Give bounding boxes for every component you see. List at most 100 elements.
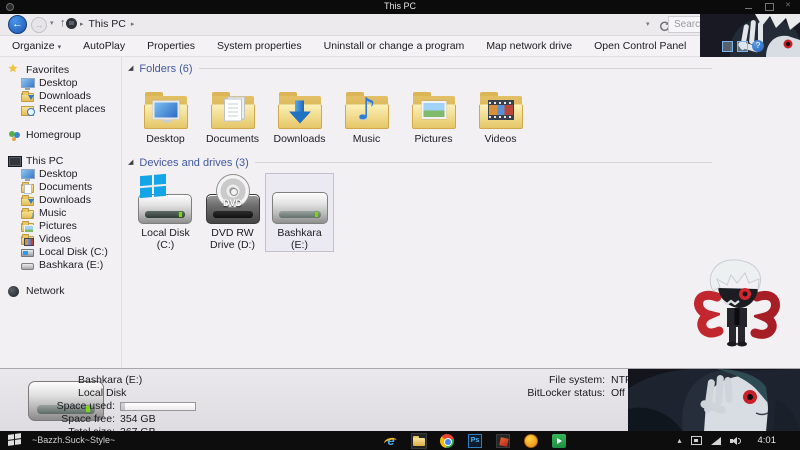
sidebar-item-label: Bashkara (E:) xyxy=(39,259,104,271)
sidebar-item-label: Pictures xyxy=(39,220,77,232)
breadcrumb[interactable]: ▸ This PC ▸ xyxy=(80,18,134,30)
system-properties-button[interactable]: System properties xyxy=(206,40,313,52)
taskbar-icon-chrome[interactable] xyxy=(440,433,454,448)
group-title[interactable]: Folders (6) xyxy=(139,63,192,75)
sidebar-item-label: Music xyxy=(39,207,67,219)
downloads-folder-icon xyxy=(21,194,34,206)
breadcrumb-chevron-icon[interactable]: ▸ xyxy=(131,20,135,28)
organize-button[interactable]: Organize ▾ xyxy=(0,40,72,52)
breadcrumb-chevron-icon[interactable]: ▸ xyxy=(80,20,84,28)
documents-folder-icon xyxy=(209,90,257,130)
folder-item-documents[interactable]: Documents xyxy=(199,80,266,145)
group-title[interactable]: Devices and drives (3) xyxy=(139,157,248,169)
network-icon xyxy=(8,285,21,297)
taskbar-icon-media-app[interactable] xyxy=(496,433,510,448)
group-header-devices[interactable]: ◢ Devices and drives (3) xyxy=(128,155,800,170)
sidebar-item-pc-pictures[interactable]: Pictures xyxy=(0,220,121,233)
maximize-button[interactable] xyxy=(764,2,774,11)
tray-expand-icon[interactable]: ▴ xyxy=(677,436,681,445)
minimize-button[interactable] xyxy=(744,2,754,11)
system-tray: ▴ 4:01 xyxy=(677,431,800,450)
details-pane: Bashkara (E:) Local Disk Space used: Spa… xyxy=(0,368,800,431)
clock[interactable]: 4:01 xyxy=(758,435,777,446)
folder-item-pictures[interactable]: Pictures xyxy=(400,80,467,145)
sidebar-item-downloads[interactable]: Downloads xyxy=(0,90,121,102)
pictures-folder-icon xyxy=(21,220,34,233)
folder-item-downloads[interactable]: Downloads xyxy=(266,80,333,145)
drive-item-dvd-rw[interactable]: DVD DVD RW Drive (D:) xyxy=(199,174,266,251)
sidebar-item-pc-desktop[interactable]: Desktop xyxy=(0,168,121,181)
command-bar: Organize ▾ AutoPlay Properties System pro… xyxy=(0,36,800,57)
folder-item-videos[interactable]: Videos xyxy=(467,80,534,145)
address-dropdown-icon[interactable]: ▾ xyxy=(646,20,650,28)
sidebar-item-pc-documents[interactable]: Documents xyxy=(0,181,121,194)
action-center-icon[interactable] xyxy=(690,436,702,445)
sidebar-item-pc-videos[interactable]: Videos xyxy=(0,233,121,246)
sidebar-item-desktop[interactable]: Desktop xyxy=(0,77,121,90)
taskbar-icon-photoshop[interactable]: Ps xyxy=(468,433,482,448)
bitlocker-label: BitLocker status: xyxy=(527,387,605,399)
taskbar-icon-file-explorer[interactable] xyxy=(411,433,427,449)
folder-item-desktop[interactable]: Desktop xyxy=(132,80,199,145)
details-item-type: Local Disk xyxy=(78,387,127,399)
network-signal-icon[interactable] xyxy=(710,436,721,445)
pictures-folder-icon xyxy=(410,90,458,130)
anime-chibi-sticker xyxy=(694,259,780,347)
anime-wallpaper-bottom xyxy=(628,369,800,431)
breadcrumb-location[interactable]: This PC xyxy=(89,18,126,30)
up-button[interactable]: ↑ xyxy=(60,17,66,29)
sidebar-item-label: Downloads xyxy=(39,194,91,206)
sidebar-item-label: Network xyxy=(26,285,65,297)
space-used-bar xyxy=(120,401,196,411)
history-dropdown-icon[interactable]: ▾ xyxy=(50,19,54,27)
collapse-triangle-icon[interactable]: ◢ xyxy=(128,158,133,168)
dvd-drive-icon: DVD xyxy=(205,174,261,225)
sidebar-item-label: Videos xyxy=(39,233,71,245)
sidebar-item-label: Recent places xyxy=(39,103,106,115)
desktop-screen: This PC ← → ▾ ↑ ▸ This PC ▸ ▾ Organize▾ … xyxy=(0,0,800,450)
back-button[interactable]: ← xyxy=(8,15,27,34)
forward-button[interactable]: → xyxy=(31,17,47,33)
item-label: Pictures xyxy=(414,133,453,145)
group-rule xyxy=(198,68,712,69)
sidebar-item-label: Documents xyxy=(39,181,93,193)
taskbar-icon-orange-app[interactable] xyxy=(524,433,538,448)
sidebar-item-pc-music[interactable]: Music xyxy=(0,207,121,220)
close-button[interactable] xyxy=(784,1,794,11)
monitor-icon xyxy=(21,169,35,181)
view-icons-button[interactable] xyxy=(737,40,748,52)
drive-item-local-disk-c[interactable]: Local Disk (C:) xyxy=(132,173,199,251)
taskbar-custom-toolbar-text: ~Bazzh.Suck~Style~ xyxy=(32,435,116,445)
sidebar-item-favorites[interactable]: Favorites xyxy=(0,64,121,77)
drive-item-bashkara-e[interactable]: Bashkara (E:) xyxy=(265,173,334,253)
taskbar-icon-green-app[interactable] xyxy=(552,433,566,448)
item-label: Documents xyxy=(205,133,260,145)
uninstall-program-button[interactable]: Uninstall or change a program xyxy=(313,40,476,52)
sidebar-item-recent-places[interactable]: Recent places xyxy=(0,103,121,116)
sidebar-item-pc-downloads[interactable]: Downloads xyxy=(0,194,121,206)
properties-button[interactable]: Properties xyxy=(136,40,206,52)
start-button[interactable] xyxy=(8,433,21,446)
volume-icon[interactable] xyxy=(729,436,741,446)
homegroup-icon xyxy=(8,130,21,141)
sidebar-item-this-pc[interactable]: This PC xyxy=(0,155,121,167)
taskbar-icon-internet-explorer[interactable]: e xyxy=(384,433,398,448)
sidebar-item-local-disk-c[interactable]: Local Disk (C:) xyxy=(0,246,121,258)
space-free-value: 354 GB xyxy=(120,413,156,425)
help-button[interactable]: ? xyxy=(752,40,764,52)
map-network-drive-button[interactable]: Map network drive xyxy=(475,40,583,52)
folders-grid: Desktop Documents Downloads ♪ Music Pict… xyxy=(132,80,800,145)
sidebar-item-bashkara-e[interactable]: Bashkara (E:) xyxy=(0,259,121,271)
window-title: This PC xyxy=(383,1,416,11)
group-rule xyxy=(254,162,712,164)
autoplay-button[interactable]: AutoPlay xyxy=(72,40,136,52)
windows-logo-icon xyxy=(139,173,166,199)
view-list-button[interactable] xyxy=(722,40,733,52)
group-header-folders[interactable]: ◢ Folders (6) xyxy=(128,61,800,76)
collapse-triangle-icon[interactable]: ◢ xyxy=(128,64,133,74)
navigation-bar: ← → ▾ ↑ ▸ This PC ▸ ▾ xyxy=(0,14,800,36)
sidebar-item-homegroup[interactable]: Homegroup xyxy=(0,129,121,141)
sidebar-item-network[interactable]: Network xyxy=(0,285,121,297)
folder-item-music[interactable]: ♪ Music xyxy=(333,80,400,145)
open-control-panel-button[interactable]: Open Control Panel xyxy=(583,40,697,52)
